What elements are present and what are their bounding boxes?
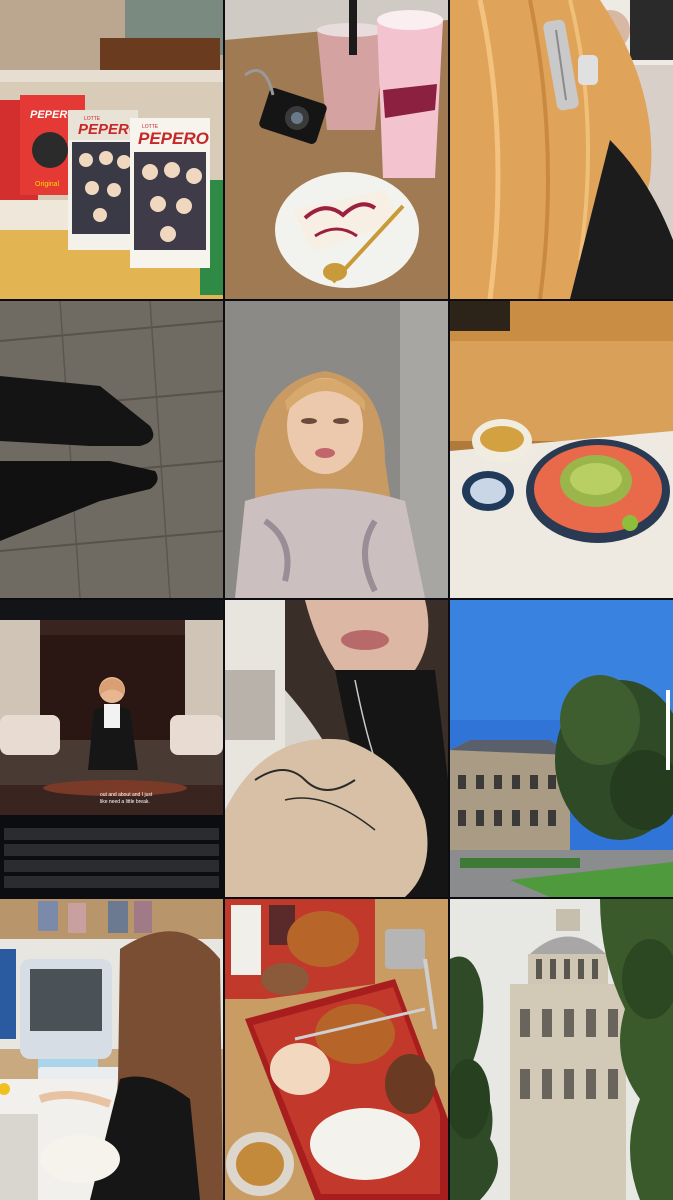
cafe-table-image [225,0,448,299]
bento-boxes-image [225,899,448,1200]
cheesecake-plate [275,172,419,288]
domed-building-image [450,899,673,1200]
photo-blonde-selfie[interactable] [225,301,448,598]
paris-courtyard-image [450,600,673,897]
hair-clip-image [450,0,673,299]
pepero-box-right: LOTTE PEPERO [130,118,210,268]
salmon-bowl-image [450,301,673,598]
brunette-selfie-image [225,600,448,897]
stone-building [450,740,570,850]
photo-retro-computer[interactable] [0,899,223,1200]
laptop-interview-image: out and about and I just like need a lit… [0,600,223,897]
strawberry-milk-cup [377,10,443,178]
bento-box-top [225,899,375,999]
pepero-box-center: LOTTE PEPERO [68,110,141,250]
photo-snack-shelf[interactable]: PEPERO Original LOTTE PEPERO LOTTE PEPER… [0,0,223,299]
photo-laptop-interview[interactable]: out and about and I just like need a lit… [0,600,223,897]
snack-shelf-image: PEPERO Original LOTTE PEPERO LOTTE PEPER… [0,0,223,299]
photo-domed-building[interactable] [450,899,673,1200]
photo-brunette-selfie[interactable] [225,600,448,897]
subtitle-line-2: like need a little break. [100,799,150,805]
boots-floor-image [0,301,223,598]
flavor-label: Original [35,181,60,188]
retro-computer-image [0,899,223,1200]
photo-bento-boxes[interactable] [225,899,448,1200]
photo-paris-courtyard[interactable] [450,600,673,897]
photo-grid: PEPERO Original LOTTE PEPERO LOTTE PEPER… [0,0,673,1200]
blonde-selfie-image [225,301,448,598]
photo-hair-clip[interactable] [450,0,673,299]
poke-bowl [526,439,670,543]
photo-salmon-bowl[interactable] [450,301,673,598]
subtitle-line-1: out and about and I just [100,792,153,798]
photo-cafe-table[interactable] [225,0,448,299]
pepero-label-right: PEPERO [138,129,209,148]
photo-boots-floor[interactable] [0,301,223,598]
